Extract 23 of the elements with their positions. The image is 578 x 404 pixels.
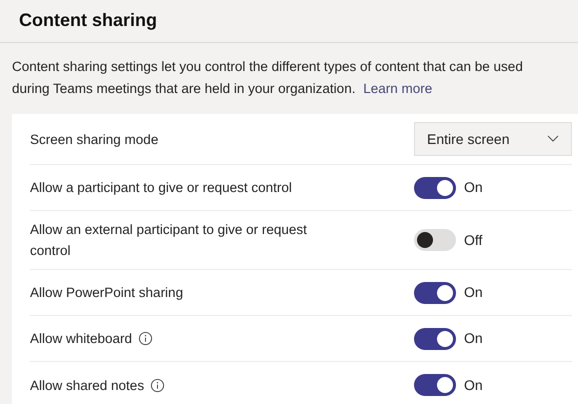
setting-label: Allow PowerPoint sharing	[30, 284, 184, 302]
info-icon[interactable]	[150, 378, 166, 392]
learn-more-link[interactable]: Learn more	[363, 81, 432, 96]
toggle-switch[interactable]	[414, 176, 456, 198]
setting-label: Allow shared notes	[30, 376, 144, 394]
setting-label: Allow an external participant to give or request control	[30, 221, 308, 260]
toggle-switch[interactable]	[414, 374, 456, 396]
toggle-switch[interactable]	[414, 328, 456, 350]
toggle-state: On	[464, 178, 483, 197]
page-title: Content sharing	[19, 9, 158, 32]
info-icon[interactable]	[138, 331, 154, 346]
toggle-state: On	[464, 283, 483, 302]
dropdown[interactable]: Entire screen	[414, 122, 572, 156]
setting-label: Allow whiteboard	[30, 330, 132, 348]
setting-label: Screen sharing mode	[30, 130, 158, 149]
toggle-state: Off	[464, 230, 482, 250]
toggle-state: On	[464, 329, 483, 348]
toggle-switch[interactable]	[414, 282, 456, 304]
toggle-state: On	[464, 376, 483, 394]
setting-label: Allow a participant to give or request control	[30, 179, 292, 197]
description: Content sharing settings let you control the different types of content that can be used during Teams meetings that are held in your organization. Learn more	[11, 58, 524, 98]
chevron-down-icon	[547, 135, 559, 143]
toggle-switch[interactable]	[414, 229, 456, 251]
